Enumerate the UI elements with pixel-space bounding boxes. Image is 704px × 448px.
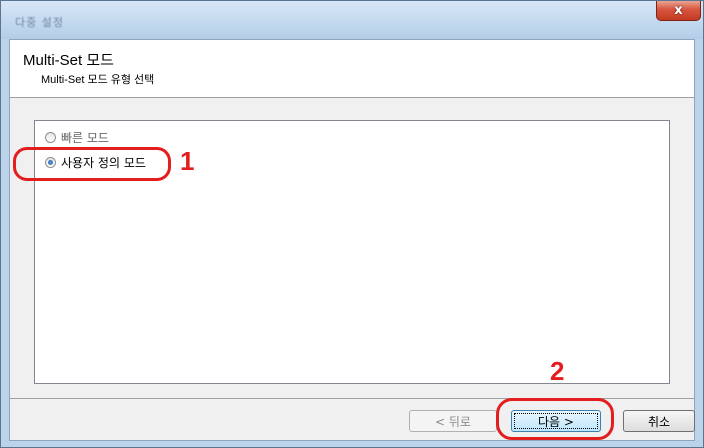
header-panel: Multi-Set 모드 Multi-Set 모드 유형 선택 — [10, 40, 694, 98]
step2-callout: 2 — [550, 356, 565, 386]
dialog-window: 다중 설정 x Multi-Set 모드 Multi-Set 모드 유형 선택 … — [0, 0, 704, 448]
step1-highlight-oval — [13, 147, 171, 181]
page-title: Multi-Set 모드 — [23, 52, 114, 69]
cancel-button[interactable]: 취소 — [623, 410, 695, 432]
back-button[interactable]: < 뒤로 — [409, 410, 497, 432]
close-icon: x — [674, 3, 683, 18]
step2-highlight-oval — [496, 398, 614, 440]
page-subtitle: Multi-Set 모드 유형 선택 — [41, 74, 155, 86]
window-title: 다중 설정 — [15, 16, 64, 29]
radio-option-quick-mode[interactable]: 빠른 모드 — [45, 129, 109, 145]
title-bar[interactable]: 다중 설정 x — [1, 1, 703, 39]
back-button-label: < 뒤로 — [435, 414, 471, 429]
dialog-client-area: Multi-Set 모드 Multi-Set 모드 유형 선택 빠른 모드 사용… — [9, 39, 695, 441]
close-button[interactable]: x — [656, 1, 701, 21]
radio-button-quick-mode[interactable] — [45, 131, 56, 143]
step1-callout: 1 — [180, 146, 195, 176]
cancel-button-label: 취소 — [647, 414, 671, 429]
radio-label-quick-mode: 빠른 모드 — [61, 130, 109, 145]
